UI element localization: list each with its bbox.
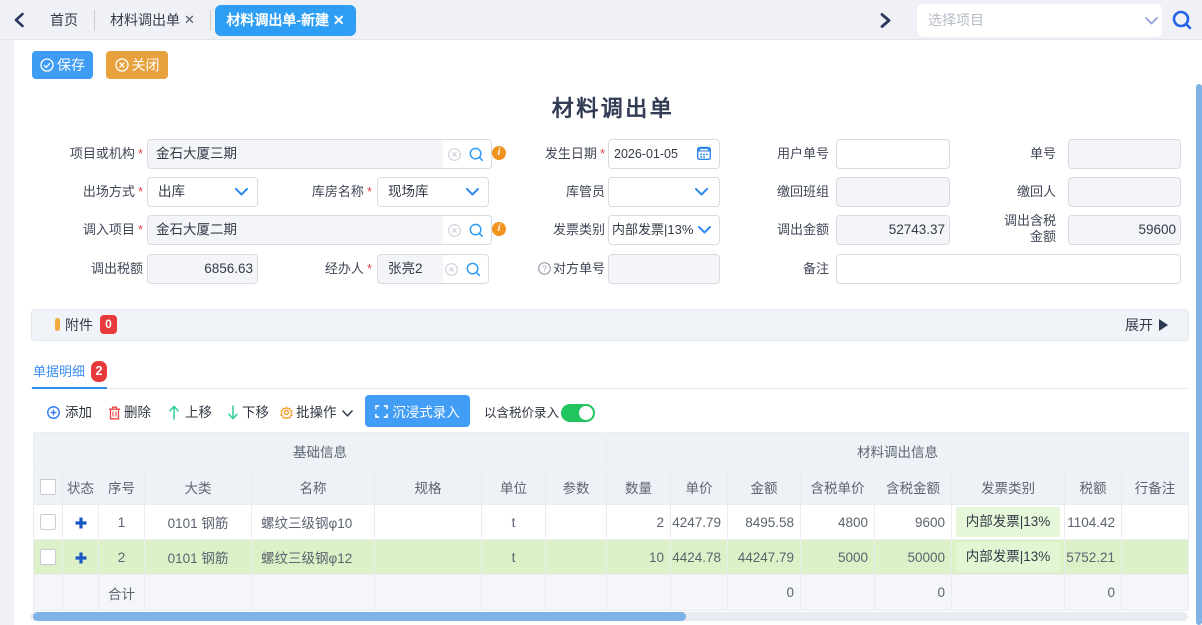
svg-text:?: ?	[542, 263, 547, 273]
